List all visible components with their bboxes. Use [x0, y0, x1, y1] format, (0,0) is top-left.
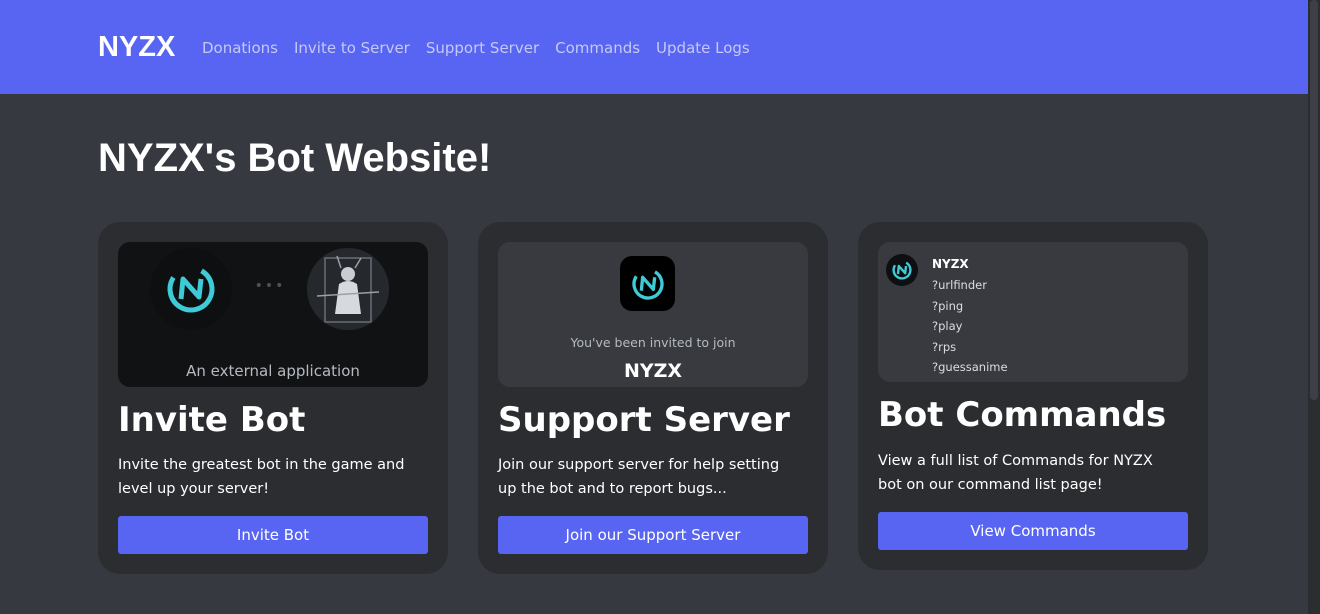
page-title: NYZX's Bot Website! [98, 136, 492, 180]
nav-link-donations[interactable]: Donations [202, 38, 278, 58]
card-description: Invite the greatest bot in the game and … [118, 457, 405, 497]
join-support-server-button[interactable]: Join our Support Server [498, 516, 808, 554]
top-navbar: NYZX Donations Invite to Server Support … [0, 0, 1308, 94]
command-item: ?play [932, 319, 963, 333]
server-icon [620, 256, 675, 311]
connection-dots: ••• [254, 278, 286, 294]
command-item: ?guessanime [932, 360, 1008, 374]
nav-link-commands[interactable]: Commands [555, 38, 640, 58]
card-title: Invite Bot [118, 400, 306, 440]
command-item: ?rps [932, 339, 957, 354]
command-item: ?urlfinder [932, 278, 987, 292]
card-bot-commands: NYZX ?urlfinder ?ping ?play ?rps ?guessa… [858, 222, 1208, 570]
card-description: View a full list of Commands for NYZX bo… [878, 453, 1153, 493]
external-application-caption: An external application [186, 362, 360, 380]
invite-server-name: NYZX [623, 360, 683, 382]
bot-avatar-icon [886, 254, 918, 286]
user-avatar-icon [307, 248, 389, 330]
bot-name: NYZX [932, 257, 969, 271]
nav-links: Donations Invite to Server Support Serve… [202, 38, 750, 58]
command-list: ?urlfinder ?ping ?play ?rps ?guessanime [932, 275, 1008, 378]
page-scrollbar[interactable] [1308, 0, 1320, 614]
nav-link-support-server[interactable]: Support Server [426, 38, 539, 58]
invite-bot-button[interactable]: Invite Bot [118, 516, 428, 554]
nav-link-update-logs[interactable]: Update Logs [656, 38, 750, 58]
card-support-server: You've been invited to join NYZX Support… [478, 222, 828, 574]
command-item: ?ping [932, 298, 964, 313]
card-description: Join our support server for help setting… [498, 457, 780, 497]
commands-preview-image: NYZX ?urlfinder ?ping ?play ?rps ?guessa… [878, 242, 1188, 382]
nav-link-invite-to-server[interactable]: Invite to Server [294, 38, 410, 58]
scrollbar-thumb[interactable] [1310, 0, 1318, 400]
card-invite-bot: ••• An external application Invite Bot I… [98, 222, 448, 574]
view-commands-button[interactable]: View Commands [878, 512, 1188, 550]
support-server-preview-image: You've been invited to join NYZX [498, 242, 808, 387]
card-title: Support Server [498, 400, 790, 440]
bot-avatar-icon [150, 248, 232, 330]
card-title: Bot Commands [878, 395, 1167, 435]
brand-logo-text[interactable]: NYZX [98, 29, 175, 65]
invite-bot-preview-image: ••• An external application [118, 242, 428, 387]
invite-line: You've been invited to join [570, 335, 736, 350]
